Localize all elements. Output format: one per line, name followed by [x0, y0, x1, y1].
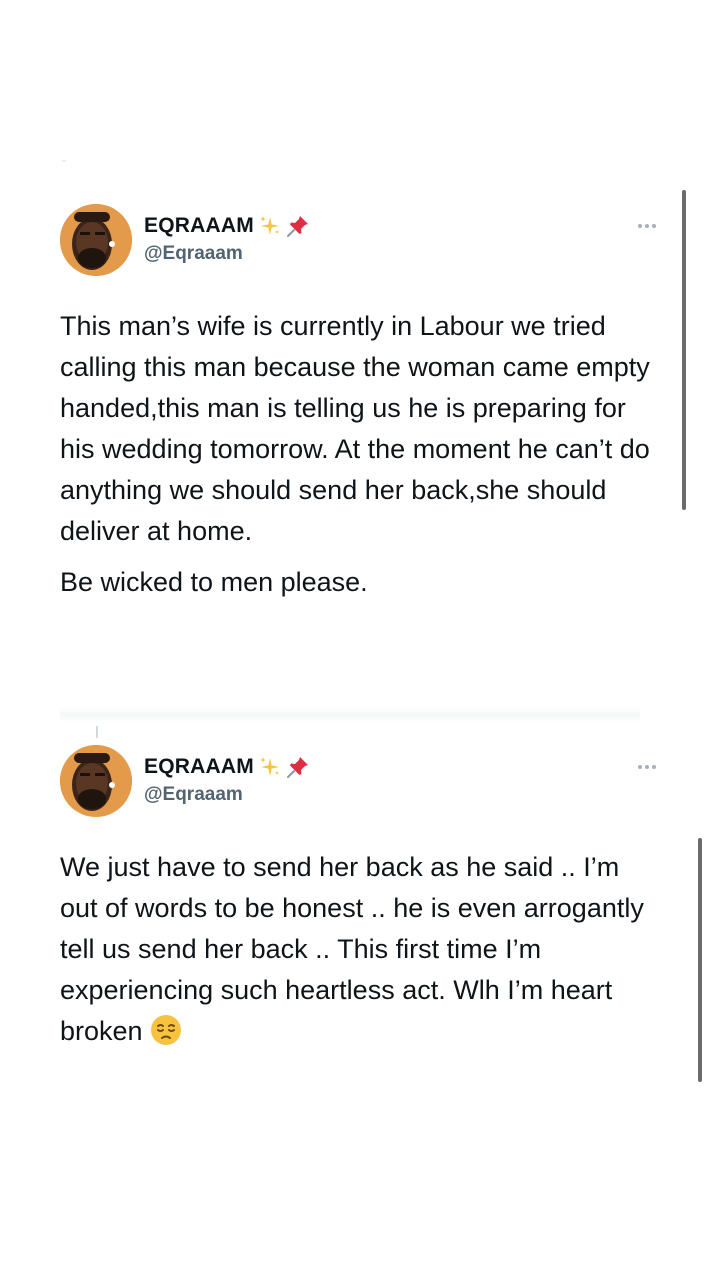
- thread-line: [96, 726, 98, 738]
- avatar-image: [60, 204, 132, 276]
- tweet-paragraph-text: We just have to send her back as he said…: [60, 852, 644, 1046]
- tweet-paragraph: This man’s wife is currently in Labour w…: [60, 311, 650, 546]
- pensive-face-icon: [150, 1014, 182, 1046]
- more-dot-icon: [645, 224, 649, 228]
- sparkles-icon: [258, 214, 282, 238]
- tweet-divider: [60, 707, 640, 723]
- tweet-text: We just have to send her back as he said…: [60, 847, 660, 1062]
- more-dot-icon: [645, 765, 649, 769]
- avatar[interactable]: [60, 745, 132, 817]
- tweet-text: This man’s wife is currently in Labour w…: [60, 306, 660, 613]
- top-speck: [62, 160, 66, 162]
- tweet-paragraph: We just have to send her back as he said…: [60, 847, 660, 1052]
- avatar[interactable]: [60, 204, 132, 276]
- display-name[interactable]: EQRAAAM: [144, 755, 254, 779]
- sparkles-icon: [258, 755, 282, 779]
- display-name[interactable]: EQRAAAM: [144, 214, 254, 238]
- author-handle[interactable]: @Eqraaam: [144, 784, 243, 806]
- author-name-row[interactable]: EQRAAAM: [144, 755, 310, 779]
- author-handle[interactable]: @Eqraaam: [144, 243, 243, 265]
- more-dot-icon: [652, 765, 656, 769]
- author-name-row[interactable]: EQRAAAM: [144, 214, 310, 238]
- more-dot-icon: [638, 224, 642, 228]
- scrollbar[interactable]: [698, 838, 702, 1082]
- pushpin-icon: [286, 755, 310, 779]
- more-dot-icon: [652, 224, 656, 228]
- more-dot-icon: [638, 765, 642, 769]
- pushpin-icon: [286, 214, 310, 238]
- tweet-paragraph: Be wicked to men please.: [60, 567, 368, 597]
- scrollbar[interactable]: [682, 190, 686, 510]
- more-options-button[interactable]: [632, 216, 662, 236]
- more-options-button[interactable]: [632, 757, 662, 777]
- avatar-image: [60, 745, 132, 817]
